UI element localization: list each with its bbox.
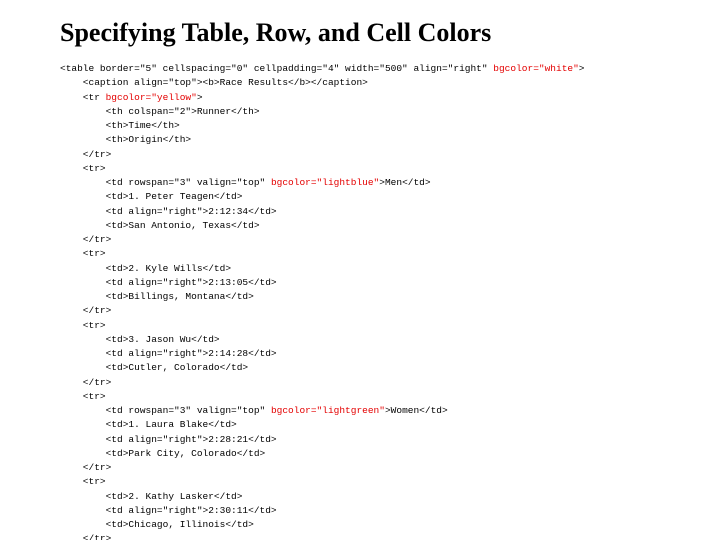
code-highlight: bgcolor="lightgreen": [271, 405, 385, 416]
code-line: <tr>: [60, 391, 106, 402]
code-line: <td>San Antonio, Texas</td>: [60, 220, 260, 231]
code-line: <tr>: [60, 163, 106, 174]
code-line: <td>3. Jason Wu</td>: [60, 334, 220, 345]
code-line: <th>Origin</th>: [60, 134, 191, 145]
code-line: <th colspan="2">Runner</th>: [60, 106, 260, 117]
code-highlight: bgcolor="yellow": [106, 92, 197, 103]
code-line: </tr>: [60, 462, 111, 473]
code-line: </tr>: [60, 533, 111, 540]
code-line: <td rowspan="3" valign="top": [60, 177, 271, 188]
code-line: <th>Time</th>: [60, 120, 180, 131]
code-highlight: bgcolor="lightblue": [271, 177, 379, 188]
code-line: <tr>: [60, 476, 106, 487]
code-line: <td align="right">2:14:28</td>: [60, 348, 277, 359]
code-line: >: [197, 92, 203, 103]
code-line: <td>Billings, Montana</td>: [60, 291, 254, 302]
code-line: >Men</td>: [379, 177, 430, 188]
code-line: <td rowspan="3" valign="top": [60, 405, 271, 416]
code-line: </tr>: [60, 377, 111, 388]
slide: Specifying Table, Row, and Cell Colors <…: [0, 0, 720, 540]
code-highlight: bgcolor="white": [493, 63, 579, 74]
code-line: <tr>: [60, 320, 106, 331]
code-line: <tr: [60, 92, 106, 103]
code-line: <td>2. Kyle Wills</td>: [60, 263, 231, 274]
code-line: </tr>: [60, 149, 111, 160]
slide-title: Specifying Table, Row, and Cell Colors: [60, 18, 680, 48]
code-line: <td align="right">2:28:21</td>: [60, 434, 277, 445]
code-line: </tr>: [60, 305, 111, 316]
code-line: <td>2. Kathy Lasker</td>: [60, 491, 242, 502]
code-line: <td>Chicago, Illinois</td>: [60, 519, 254, 530]
code-line: <td>1. Peter Teagen</td>: [60, 191, 242, 202]
code-line: <td align="right">2:30:11</td>: [60, 505, 277, 516]
code-line: <td align="right">2:12:34</td>: [60, 206, 277, 217]
code-line: >Women</td>: [385, 405, 448, 416]
code-line: <caption align="top"><b>Race Results</b>…: [60, 77, 368, 88]
code-line: >: [579, 63, 585, 74]
code-line: </tr>: [60, 234, 111, 245]
code-line: <tr>: [60, 248, 106, 259]
code-line: <td align="right">2:13:05</td>: [60, 277, 277, 288]
code-line: <table border="5" cellspacing="0" cellpa…: [60, 63, 493, 74]
code-line: <td>Park City, Colorado</td>: [60, 448, 265, 459]
code-line: <td>Cutler, Colorado</td>: [60, 362, 248, 373]
code-block: <table border="5" cellspacing="0" cellpa…: [60, 62, 680, 540]
code-line: <td>1. Laura Blake</td>: [60, 419, 237, 430]
